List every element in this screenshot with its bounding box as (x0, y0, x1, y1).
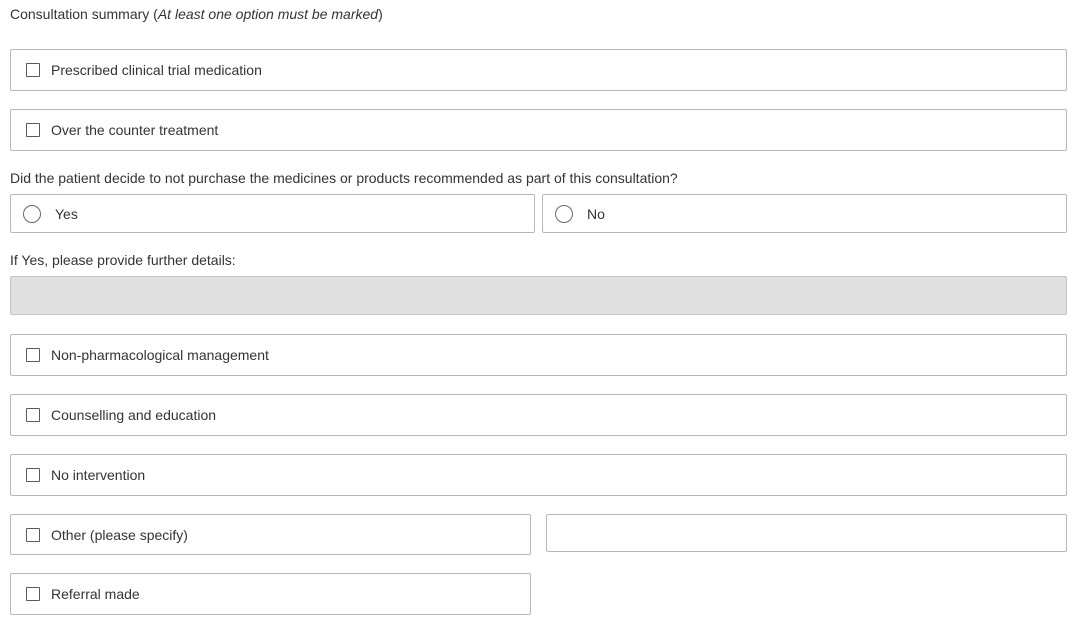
checkbox[interactable] (26, 527, 40, 542)
option-label: Counselling and education (51, 407, 217, 423)
details-input-disabled (10, 276, 1067, 315)
option-other-please-specify[interactable]: Other (please specify) (10, 514, 531, 555)
checkbox[interactable] (26, 587, 40, 601)
consultation-summary-heading: Consultation summary (At least one optio… (10, 6, 383, 22)
option-label: Other (please specify) (51, 526, 188, 543)
option-label: No intervention (51, 467, 146, 483)
purchase-question: Did the patient decide to not purchase t… (10, 170, 678, 186)
other-specify-input[interactable] (546, 514, 1067, 552)
option-over-the-counter-treatment[interactable]: Over the counter treatment (10, 109, 1067, 151)
radio-label: No (587, 205, 605, 222)
option-non-pharmacological-management[interactable]: Non-pharmacological management (10, 334, 1067, 376)
option-counselling-and-education[interactable]: Counselling and education (10, 394, 1067, 436)
checkbox[interactable] (26, 123, 40, 137)
radio-option-no[interactable]: No (542, 194, 1067, 233)
details-label: If Yes, please provide further details: (10, 252, 236, 268)
radio-option-yes[interactable]: Yes (10, 194, 535, 233)
checkbox[interactable] (26, 348, 40, 362)
checkbox[interactable] (26, 468, 40, 482)
checkbox[interactable] (26, 63, 40, 77)
radio-button[interactable] (555, 204, 573, 223)
checkbox[interactable] (26, 408, 40, 422)
option-label: Referral made (51, 586, 140, 602)
heading-required-note: At least one option must be marked (157, 6, 379, 22)
option-no-intervention[interactable]: No intervention (10, 454, 1067, 496)
option-label: Prescribed clinical trial medication (51, 62, 262, 78)
option-label: Over the counter treatment (51, 122, 219, 138)
option-prescribed-clinical-trial-medication[interactable]: Prescribed clinical trial medication (10, 49, 1067, 91)
option-referral-made[interactable]: Referral made (10, 573, 531, 615)
heading-label: Consultation summary (10, 6, 150, 22)
option-label: Non-pharmacological management (51, 347, 269, 363)
radio-label: Yes (55, 205, 78, 222)
radio-button[interactable] (23, 204, 41, 223)
